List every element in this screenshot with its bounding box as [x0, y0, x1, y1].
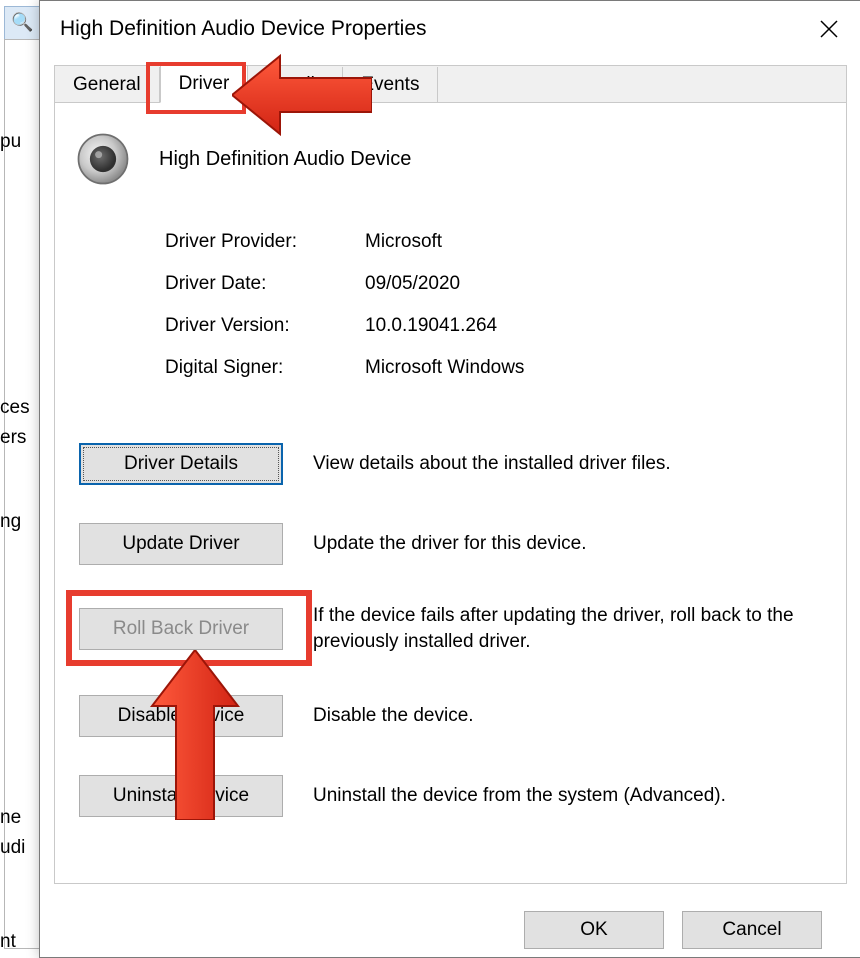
- driver-details-desc: View details about the installed driver …: [313, 451, 671, 477]
- disable-device-desc: Disable the device.: [313, 703, 474, 729]
- magnifier-icon: 🔍: [11, 12, 33, 33]
- date-value: 09/05/2020: [365, 273, 460, 295]
- tab-strip: General Driver Details Events: [54, 65, 847, 103]
- bg-text: udi: [0, 836, 25, 860]
- update-driver-desc: Update the driver for this device.: [313, 531, 587, 557]
- provider-label: Driver Provider:: [165, 231, 365, 253]
- uninstall-device-desc: Uninstall the device from the system (Ad…: [313, 783, 726, 809]
- version-value: 10.0.19041.264: [365, 315, 497, 337]
- signer-label: Digital Signer:: [165, 357, 365, 379]
- cancel-button[interactable]: Cancel: [682, 911, 822, 949]
- tab-events[interactable]: Events: [343, 67, 438, 102]
- bg-text: ers: [0, 426, 26, 450]
- bg-text: ces: [0, 396, 30, 420]
- close-icon: [820, 20, 838, 38]
- bg-text: ng: [0, 510, 21, 534]
- date-label: Driver Date:: [165, 273, 365, 295]
- bg-text: ne: [0, 806, 21, 830]
- close-button[interactable]: [809, 9, 849, 49]
- disable-device-button[interactable]: Disable Device: [79, 695, 283, 737]
- tab-content: High Definition Audio Device Driver Prov…: [54, 103, 847, 884]
- roll-back-driver-desc: If the device fails after updating the d…: [313, 603, 813, 655]
- driver-details-button[interactable]: Driver Details: [79, 443, 283, 485]
- bg-text: pu: [0, 130, 21, 154]
- title-bar[interactable]: High Definition Audio Device Properties: [40, 1, 860, 57]
- version-label: Driver Version:: [165, 315, 365, 337]
- driver-info: Driver Provider: Microsoft Driver Date: …: [165, 221, 524, 389]
- bg-text: nt: [0, 930, 16, 954]
- properties-dialog: High Definition Audio Device Properties …: [39, 0, 860, 958]
- update-driver-button[interactable]: Update Driver: [79, 523, 283, 565]
- dialog-title: High Definition Audio Device Properties: [60, 17, 809, 41]
- roll-back-driver-button[interactable]: Roll Back Driver: [79, 608, 283, 650]
- device-name: High Definition Audio Device: [159, 148, 411, 171]
- signer-value: Microsoft Windows: [365, 357, 524, 379]
- tab-details[interactable]: Details: [248, 67, 343, 102]
- ok-button[interactable]: OK: [524, 911, 664, 949]
- uninstall-device-button[interactable]: Uninstall Device: [79, 775, 283, 817]
- tab-driver[interactable]: Driver: [160, 65, 249, 103]
- tab-general[interactable]: General: [55, 67, 160, 102]
- speaker-icon: [75, 131, 131, 187]
- provider-value: Microsoft: [365, 231, 442, 253]
